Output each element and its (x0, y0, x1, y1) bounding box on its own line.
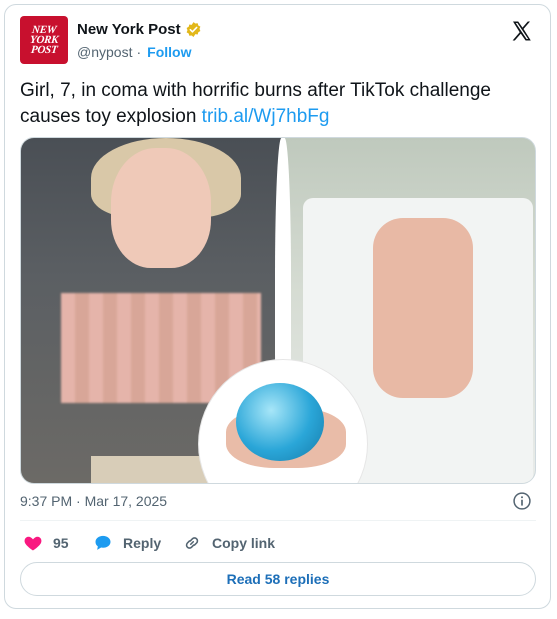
logo-line-3: POST (30, 44, 58, 56)
like-count: 95 (53, 535, 69, 551)
copy-link-label: Copy link (212, 535, 276, 551)
like-button[interactable]: 95 (23, 533, 69, 553)
timestamp[interactable]: 9:37 PM · Mar 17, 2025 (20, 493, 167, 509)
avatar[interactable]: NEW YORK POST (20, 16, 68, 64)
author-handle[interactable]: @nypost (77, 44, 132, 60)
link-icon (185, 537, 199, 549)
reply-label: Reply (123, 535, 162, 551)
copy-link-button[interactable]: Copy link (182, 533, 275, 553)
reply-button[interactable]: Reply (93, 533, 161, 553)
follow-button[interactable]: Follow (147, 44, 191, 60)
tweet-card: NEW YORK POST New York Post @nypost · Fo… (4, 4, 551, 609)
info-icon[interactable] (512, 491, 532, 511)
divider (20, 520, 536, 521)
verified-badge-icon (186, 22, 201, 37)
author-name-row: New York Post (77, 21, 202, 38)
speech-bubble-icon (95, 535, 111, 550)
tweet-text: Girl, 7, in coma with horrific burns aft… (20, 78, 535, 130)
face (111, 148, 211, 268)
patient (373, 218, 473, 398)
author-name[interactable]: New York Post (77, 21, 181, 38)
tweet-media[interactable] (20, 137, 536, 484)
x-logo-icon[interactable] (510, 19, 534, 43)
author-handle-row: @nypost · Follow (77, 44, 191, 60)
water-bead-toy (236, 383, 324, 461)
read-replies-button[interactable]: Read 58 replies (20, 562, 536, 596)
tweet-link[interactable]: trib.al/Wj7hbFg (202, 106, 330, 127)
heart-icon (24, 536, 42, 551)
separator: · (136, 44, 142, 60)
